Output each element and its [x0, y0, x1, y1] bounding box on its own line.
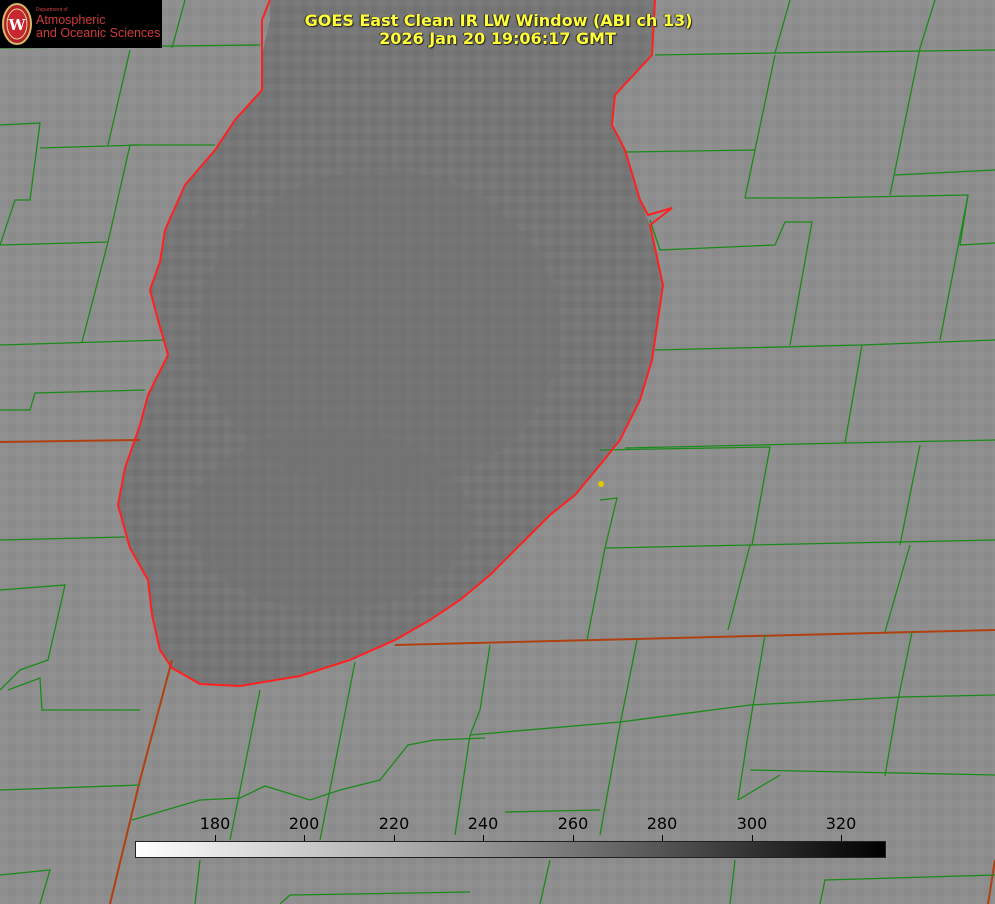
satellite-map — [0, 0, 995, 904]
colorbar-tick-label: 180 — [199, 814, 231, 833]
title-line-1: GOES East Clean IR LW Window (ABI ch 13) — [304, 11, 693, 30]
satellite-image-frame: W Department of Atmospheric and Oceanic … — [0, 0, 995, 904]
colorbar-tick-label: 200 — [288, 814, 320, 833]
colorbar-tick-label: 320 — [825, 814, 857, 833]
image-title: GOES East Clean IR LW Window (ABI ch 13)… — [0, 12, 995, 48]
colorbar-tick-labels: 180 200 220 240 260 280 300 320 — [0, 814, 995, 834]
temperature-colorbar — [135, 841, 886, 858]
colorbar-tick-label: 260 — [557, 814, 589, 833]
title-line-2: 2026 Jan 20 19:06:17 GMT — [379, 29, 616, 48]
colorbar-tick-label: 280 — [646, 814, 678, 833]
colorbar-tick-label: 300 — [736, 814, 768, 833]
colorbar-tick-label: 240 — [467, 814, 499, 833]
station-marker — [598, 481, 604, 487]
colorbar-tick-label: 220 — [378, 814, 410, 833]
